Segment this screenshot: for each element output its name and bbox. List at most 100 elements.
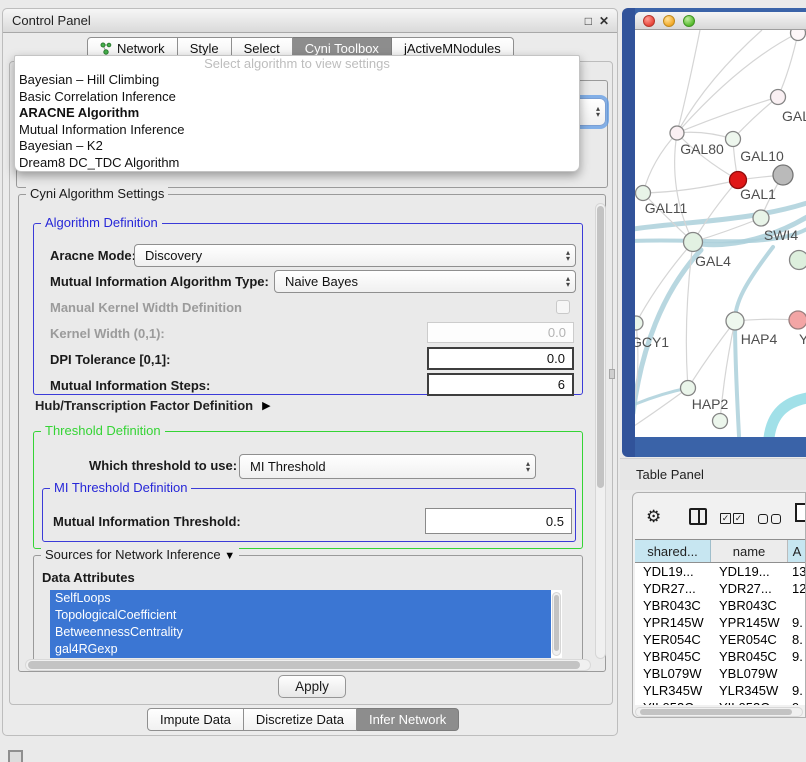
- table-row[interactable]: YIL052CYIL052C9.: [635, 699, 806, 705]
- table-cell[interactable]: YBR045C: [711, 648, 788, 665]
- table-row[interactable]: YDR27...YDR27...12: [635, 580, 806, 597]
- which-threshold-combobox[interactable]: MI Threshold ▴ ▾: [239, 454, 536, 479]
- network-node[interactable]: [713, 414, 728, 429]
- gear-icon[interactable]: ⚙: [646, 507, 661, 527]
- algorithm-option-dream8-dc-tdc-algorithm[interactable]: Dream8 DC_TDC Algorithm: [15, 155, 579, 172]
- aracne-mode-combobox[interactable]: Discovery ▴ ▾: [134, 244, 576, 267]
- column-header-shared-[interactable]: shared...: [635, 540, 711, 562]
- attribute-item-topologicalcoefficient[interactable]: TopologicalCoefficient: [50, 607, 551, 624]
- table-cell[interactable]: YDR27...: [635, 580, 711, 597]
- table-cell[interactable]: YDL19...: [711, 563, 788, 580]
- minimize-traffic-light-icon[interactable]: [663, 15, 675, 27]
- network-node-hap4[interactable]: [726, 312, 744, 330]
- table-cell[interactable]: 12: [788, 580, 806, 597]
- table-cell[interactable]: 9.: [788, 614, 806, 631]
- network-node-gal[interactable]: [771, 90, 786, 105]
- column-header-a[interactable]: A: [788, 540, 806, 562]
- table-row[interactable]: YBR045CYBR045C9.: [635, 648, 806, 665]
- network-node-gcy1[interactable]: [635, 316, 643, 330]
- table-horizontal-scrollbar[interactable]: [635, 707, 803, 717]
- table-row[interactable]: YPR145WYPR145W9.: [635, 614, 806, 631]
- zoom-traffic-light-icon[interactable]: [683, 15, 695, 27]
- attributes-scrollbar[interactable]: [552, 592, 561, 656]
- scrollbar-thumb[interactable]: [28, 661, 580, 669]
- close-traffic-light-icon[interactable]: [643, 15, 655, 27]
- network-node-gal4[interactable]: [684, 233, 703, 252]
- apply-button[interactable]: Apply: [278, 675, 346, 698]
- clear-selection-icon[interactable]: [758, 514, 768, 524]
- table-cell[interactable]: YER054C: [711, 631, 788, 648]
- bottom-tab-discretize-data[interactable]: Discretize Data: [244, 708, 357, 731]
- table-cell[interactable]: YPR145W: [711, 614, 788, 631]
- network-canvas[interactable]: GALGAL80GAL10GAL1GAL11SWI4GAL4GCY1HAP4YH…: [635, 30, 806, 437]
- hub-definition-expander[interactable]: Hub/Transcription Factor Definition ▶: [35, 398, 271, 413]
- network-node-hap2[interactable]: [681, 381, 696, 396]
- collapsed-panel-icon[interactable]: [8, 750, 23, 762]
- attribute-item-gal4rgexp[interactable]: gal4RGexp: [50, 641, 551, 658]
- table-row[interactable]: YBL079WYBL079W: [635, 665, 806, 682]
- scrollbar-thumb[interactable]: [597, 206, 604, 488]
- mi-threshold-field[interactable]: 0.5: [425, 508, 572, 534]
- kernel-width-field[interactable]: 0.0: [427, 322, 574, 343]
- sources-group-title[interactable]: Sources for Network Inference ▼: [41, 547, 239, 562]
- scrollbar-thumb[interactable]: [640, 709, 792, 715]
- network-node-swi4[interactable]: [753, 210, 769, 226]
- table-cell[interactable]: 9.: [788, 682, 806, 699]
- close-icon[interactable]: ✕: [599, 14, 609, 28]
- attribute-item-selfloops[interactable]: SelfLoops: [50, 590, 551, 607]
- table-cell[interactable]: YBL079W: [635, 665, 711, 682]
- table-row[interactable]: YLR345WYLR345W9.: [635, 682, 806, 699]
- algorithm-option-mutual-information-inference[interactable]: Mutual Information Inference: [15, 122, 579, 139]
- algorithm-option-basic-correlation-inference[interactable]: Basic Correlation Inference: [15, 89, 579, 106]
- table-cell[interactable]: YBR045C: [635, 648, 711, 665]
- table-cell[interactable]: [788, 597, 806, 614]
- network-node[interactable]: [790, 251, 806, 270]
- bottom-tab-infer-network[interactable]: Infer Network: [357, 708, 459, 731]
- table-cell[interactable]: YDR27...: [711, 580, 788, 597]
- table-cell[interactable]: YBL079W: [711, 665, 788, 682]
- table-cell[interactable]: YIL052C: [635, 699, 711, 705]
- algorithm-option-bayesian-hill-climbing[interactable]: Bayesian – Hill Climbing: [15, 72, 579, 89]
- bottom-tab-impute-data[interactable]: Impute Data: [147, 708, 244, 731]
- attribute-item-betweennesscentrality[interactable]: BetweennessCentrality: [50, 624, 551, 641]
- table-cell[interactable]: YBR043C: [635, 597, 711, 614]
- columns-icon[interactable]: [689, 508, 707, 525]
- table-cell[interactable]: 8.: [788, 631, 806, 648]
- table-cell[interactable]: YER054C: [635, 631, 711, 648]
- table-cell[interactable]: YLR345W: [711, 682, 788, 699]
- network-window-titlebar[interactable]: [635, 12, 806, 30]
- table-cell[interactable]: YIL052C: [711, 699, 788, 705]
- table-cell[interactable]: 13: [788, 563, 806, 580]
- scrollbar-thumb[interactable]: [554, 595, 559, 651]
- settings-horizontal-scrollbar[interactable]: [25, 659, 591, 671]
- table-cell[interactable]: 9.: [788, 648, 806, 665]
- dpi-tolerance-field[interactable]: 0.0: [427, 347, 574, 370]
- table-cell[interactable]: YPR145W: [635, 614, 711, 631]
- network-node-y[interactable]: [789, 311, 806, 329]
- select-all-icon[interactable]: ✓: [733, 513, 744, 524]
- settings-vertical-scrollbar[interactable]: [595, 203, 606, 659]
- table-cell[interactable]: YDL19...: [635, 563, 711, 580]
- algorithm-option-bayesian-k2[interactable]: Bayesian – K2: [15, 138, 579, 155]
- clear-selection-icon[interactable]: [771, 514, 781, 524]
- new-table-icon[interactable]: [795, 503, 806, 522]
- table-cell[interactable]: [788, 665, 806, 682]
- table-row[interactable]: YDL19...YDL19...13: [635, 563, 806, 580]
- select-all-icon[interactable]: ✓: [720, 513, 731, 524]
- column-header-name[interactable]: name: [711, 540, 788, 562]
- mi-steps-field[interactable]: 6: [427, 373, 574, 396]
- table-cell[interactable]: 9.: [788, 699, 806, 705]
- table-cell[interactable]: YBR043C: [711, 597, 788, 614]
- table-cell[interactable]: YLR345W: [635, 682, 711, 699]
- network-node[interactable]: [773, 165, 793, 185]
- manual-kernel-checkbox[interactable]: [556, 300, 570, 314]
- network-node-gal11[interactable]: [636, 186, 651, 201]
- float-window-icon[interactable]: □: [585, 14, 592, 28]
- table-row[interactable]: YER054CYER054C8.: [635, 631, 806, 648]
- data-attributes-list[interactable]: SelfLoopsTopologicalCoefficientBetweenne…: [50, 590, 562, 658]
- table-row[interactable]: YBR043CYBR043C: [635, 597, 806, 614]
- panel-resize-handle[interactable]: [609, 369, 615, 379]
- network-node[interactable]: [791, 30, 806, 41]
- mi-algorithm-type-combobox[interactable]: Naive Bayes ▴ ▾: [274, 270, 576, 293]
- network-node-gal10[interactable]: [726, 132, 741, 147]
